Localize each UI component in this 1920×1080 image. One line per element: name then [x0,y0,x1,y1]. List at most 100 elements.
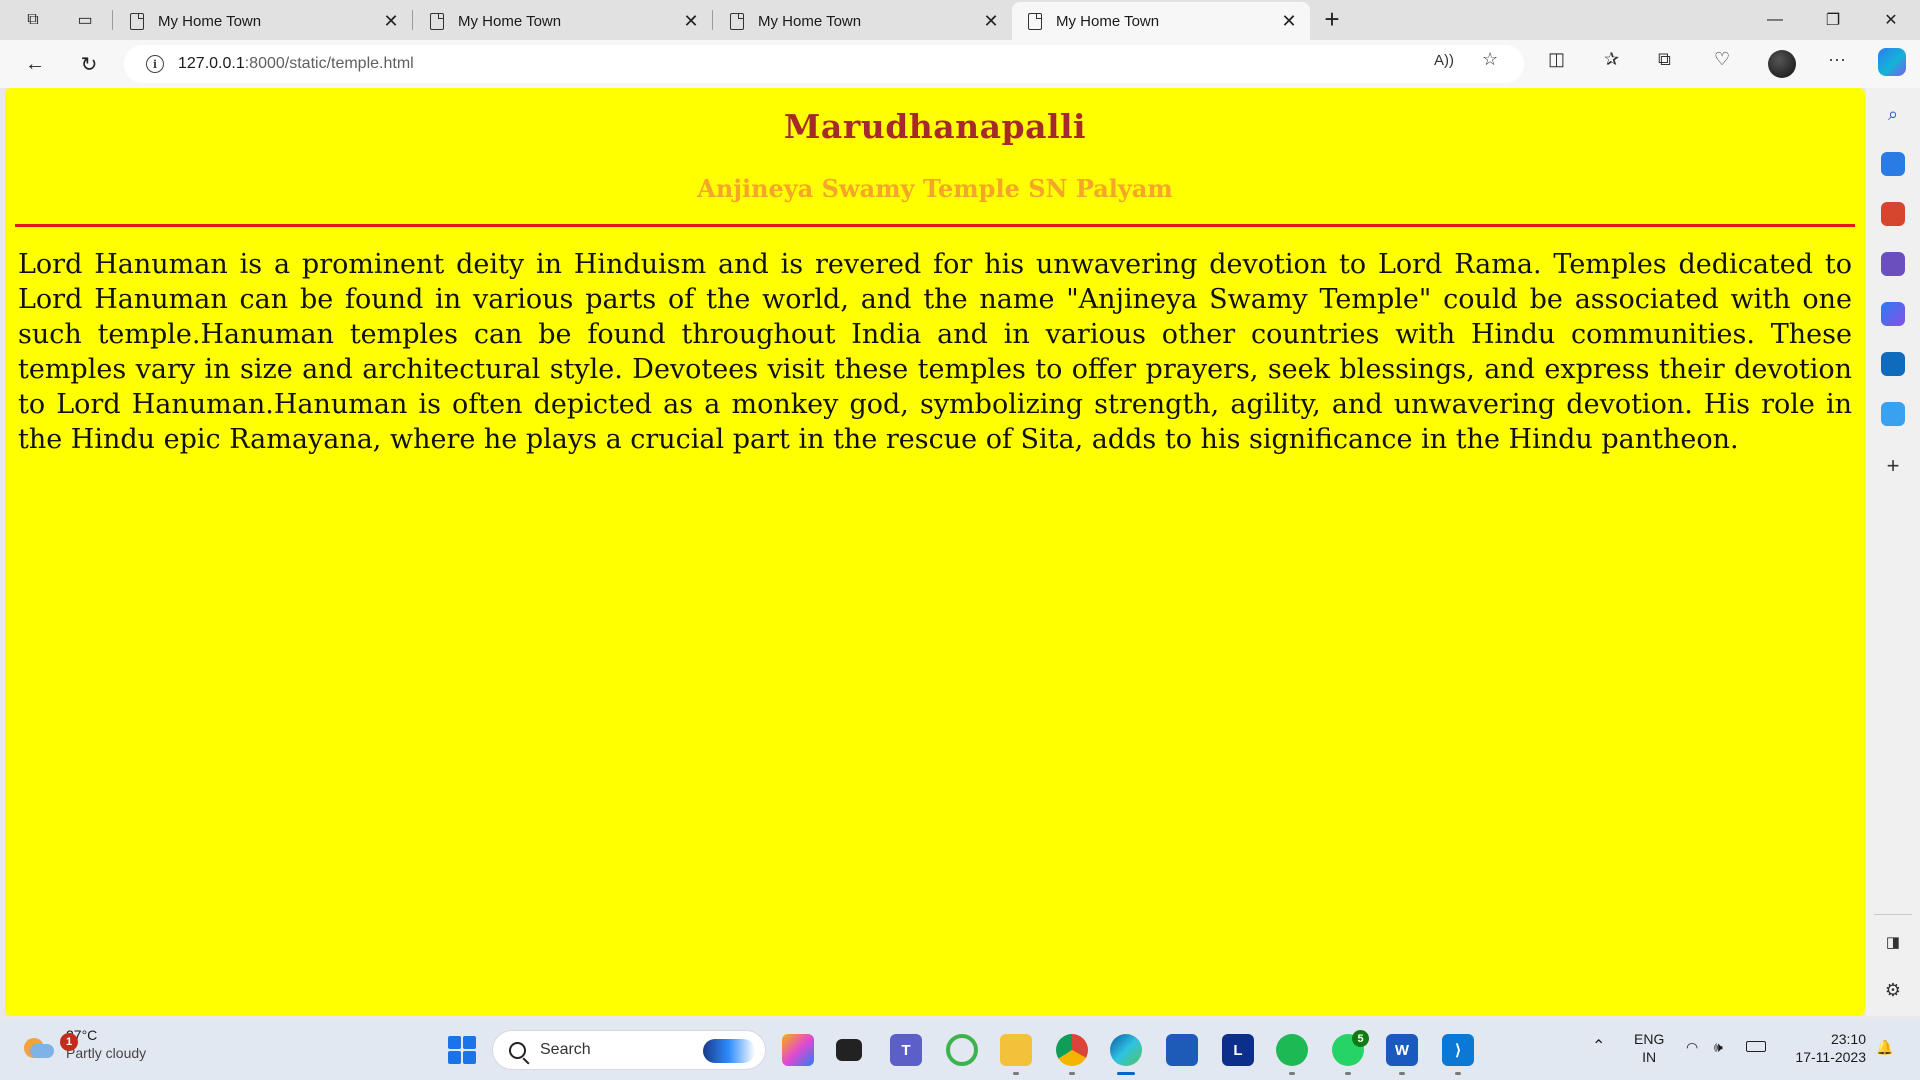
tab-close-icon[interactable]: ✕ [680,11,702,32]
sidebar-divider [1874,914,1912,915]
wifi-icon[interactable]: ◠ [1686,1038,1698,1056]
page-icon [130,12,144,30]
tab-4-active[interactable]: My Home Town ✕ [1012,2,1310,40]
close-window-button[interactable]: ✕ [1862,0,1920,40]
drop-icon[interactable] [1881,402,1905,426]
favorite-star-icon[interactable]: ☆ [1482,49,1498,70]
running-indicator [1345,1072,1351,1075]
body-paragraph: Lord Hanuman is a prominent deity in Hin… [18,249,1852,455]
favorites-icon[interactable]: ✰ [1604,49,1619,70]
file-explorer-icon[interactable] [1000,1034,1032,1066]
tab-close-icon[interactable]: ✕ [1278,11,1300,32]
search-label: Search [540,1041,591,1058]
more-menu-icon[interactable]: ··· [1828,49,1846,70]
clock[interactable]: 23:10 17-11-2023 [1786,1030,1866,1066]
tab-separator [412,10,413,30]
page-subtitle: Anjineya Swamy Temple SN Palyam [697,174,1173,203]
games-icon[interactable] [1881,252,1905,276]
clock-time: 23:10 [1830,1031,1866,1047]
edge-icon[interactable] [1110,1034,1142,1066]
outlook-icon[interactable] [1881,352,1905,376]
running-indicator [1455,1072,1461,1075]
tab-1[interactable]: My Home Town ✕ [114,2,412,40]
reload-button[interactable]: ↻ [74,50,104,78]
search-icon[interactable]: ⌕ [1881,102,1905,126]
running-indicator [1069,1072,1075,1075]
word-icon[interactable]: W [1386,1034,1418,1066]
url-host: 127.0.0.1 [178,55,245,72]
split-screen-icon[interactable]: ◫ [1548,49,1565,70]
edge-sidebar: ⌕ + ◨ ⚙ [1866,88,1920,1016]
vscode-icon[interactable]: ⟩ [1442,1034,1474,1066]
minimize-button[interactable]: — [1746,0,1804,40]
battery-icon[interactable] [1746,1041,1766,1052]
language-line2: IN [1642,1049,1657,1065]
hide-sidebar-icon[interactable]: ◨ [1881,930,1905,954]
microsoft-365-icon[interactable] [1881,302,1905,326]
language-indicator[interactable]: ENG IN [1634,1030,1664,1066]
language-line1: ENG [1634,1031,1665,1047]
tab-title: My Home Town [158,12,262,30]
taskbar-search[interactable]: Search [492,1030,766,1070]
page-icon [430,12,444,30]
tab-close-icon[interactable]: ✕ [380,11,402,32]
teams-icon[interactable]: T [890,1034,922,1066]
refresh-app-icon[interactable] [946,1034,978,1066]
tab-separator [712,10,713,30]
microsoft-store-icon[interactable] [1166,1034,1198,1066]
running-indicator [1399,1072,1405,1075]
tab-strip: ⧉ ▭ My Home Town ✕ My Home Town ✕ My Hom… [0,0,1920,40]
settings-gear-icon[interactable]: ⚙ [1881,978,1905,1002]
read-aloud-icon[interactable]: A)) [1434,52,1454,69]
weather-widget[interactable]: 1 27°C Partly cloudy [22,1026,146,1062]
tools-icon[interactable] [1881,202,1905,226]
browser-essentials-icon[interactable]: ♡ [1714,49,1730,70]
site-info-icon[interactable]: i [146,55,164,73]
page-icon [730,12,744,30]
tab-actions-icon[interactable]: ▭ [72,8,98,32]
copilot-preview-app-icon[interactable] [782,1034,814,1066]
new-tab-button[interactable]: + [1318,6,1346,34]
tab-3[interactable]: My Home Town ✕ [714,2,1012,40]
windows-taskbar: 1 27°C Partly cloudy Search T L 5 W ⟩ ⌃ … [0,1020,1920,1080]
clock-date: 17-11-2023 [1795,1049,1866,1065]
copilot-icon[interactable] [1878,48,1906,76]
browser-toolbar: ← ↻ i 127.0.0.1:8000/static/temple.html … [0,40,1920,88]
l-app-icon[interactable]: L [1222,1034,1254,1066]
weather-badge: 1 [60,1033,78,1051]
notifications-bell-icon[interactable]: 🔔 [1876,1038,1893,1056]
tab-close-icon[interactable]: ✕ [980,11,1002,32]
tab-2[interactable]: My Home Town ✕ [414,2,712,40]
back-button[interactable]: ← [20,50,50,78]
search-icon [509,1041,526,1059]
workspaces-icon[interactable]: ⧉ [20,8,46,32]
restore-button[interactable]: ❐ [1804,0,1862,40]
partly-cloudy-icon [22,1030,54,1058]
search-highlight-icon [703,1039,755,1063]
shopping-icon[interactable] [1881,152,1905,176]
collections-icon[interactable]: ⧉ [1658,49,1671,70]
weather-condition: Partly cloudy [66,1045,147,1061]
weather-temp: 27°C [66,1027,98,1043]
horizontal-rule [15,224,1855,227]
spotify-icon[interactable] [1276,1034,1308,1066]
tab-separator [112,10,113,30]
page-icon [1028,12,1042,30]
add-icon[interactable]: + [1881,453,1905,478]
start-button[interactable] [448,1036,476,1064]
tab-title: My Home Town [1056,12,1160,30]
chrome-icon[interactable] [1056,1034,1088,1066]
active-indicator [1117,1072,1135,1075]
page-title: Marudhanapalli [783,107,1087,146]
running-indicator [1013,1072,1019,1075]
tab-title: My Home Town [458,12,562,30]
task-view-icon[interactable] [836,1039,862,1061]
url-path: :8000/static/temple.html [244,55,414,72]
tab-title: My Home Town [758,12,862,30]
volume-icon[interactable]: 🕪 [1714,1038,1723,1056]
show-hidden-icons-chevron-icon[interactable]: ⌃ [1592,1038,1605,1056]
address-bar[interactable]: i 127.0.0.1:8000/static/temple.html [124,45,1524,83]
whatsapp-badge: 5 [1352,1030,1369,1047]
page-viewport: Marudhanapalli Anjineya Swamy Temple SN … [5,88,1865,1016]
profile-avatar[interactable] [1768,50,1796,78]
